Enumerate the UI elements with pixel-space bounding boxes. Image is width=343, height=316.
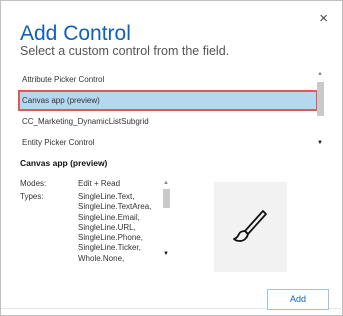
type-value: Whole.None, xyxy=(78,253,125,263)
control-details: Modes: Edit + Read Types: SingleLine.Tex… xyxy=(20,179,172,263)
add-button[interactable]: Add xyxy=(267,289,329,310)
dialog-subtitle: Select a custom control from the field. xyxy=(20,44,230,58)
list-item-cc-marketing[interactable]: CC_Marketing_DynamicListSubgrid xyxy=(18,111,318,132)
details-title: Canvas app (preview) xyxy=(20,158,108,168)
control-list-scrollbar[interactable]: ▲ ▼ xyxy=(314,68,327,152)
list-item-attribute-picker[interactable]: Attribute Picker Control xyxy=(18,69,318,90)
type-value: SingleLine.Email, xyxy=(78,212,140,222)
list-item-canvas-app[interactable]: Canvas app (preview) xyxy=(18,90,318,111)
types-label: Types: xyxy=(20,192,44,201)
type-value: SingleLine.Ticker, xyxy=(78,243,141,253)
scrollbar-thumb[interactable] xyxy=(163,189,170,208)
type-value: SingleLine.Phone, xyxy=(78,233,143,243)
control-preview xyxy=(214,182,287,272)
scrollbar-thumb[interactable] xyxy=(317,82,324,116)
control-list: Attribute Picker Control Canvas app (pre… xyxy=(18,68,328,152)
scroll-up-arrow-icon[interactable]: ▲ xyxy=(317,71,323,77)
type-value: SingleLine.URL, xyxy=(78,222,136,232)
scroll-up-arrow-icon[interactable]: ▲ xyxy=(163,180,169,186)
scroll-down-arrow-icon[interactable]: ▼ xyxy=(317,140,323,146)
modes-label: Modes: xyxy=(20,179,47,188)
modes-value: Edit + Read xyxy=(78,179,121,188)
paintbrush-icon xyxy=(233,210,267,242)
type-value: SingleLine.Text, xyxy=(78,192,135,201)
details-scrollbar[interactable]: ▲ ▼ xyxy=(161,179,172,263)
close-icon[interactable]: × xyxy=(319,11,328,26)
add-control-dialog: × Add Control Select a custom control fr… xyxy=(0,0,343,316)
list-item-entity-picker[interactable]: Entity Picker Control xyxy=(18,132,318,152)
type-value: SingleLine.TextArea, xyxy=(78,202,152,212)
scroll-down-arrow-icon[interactable]: ▼ xyxy=(163,251,169,257)
types-list: SingleLine.Text, SingleLine.TextArea, Si… xyxy=(78,192,168,263)
